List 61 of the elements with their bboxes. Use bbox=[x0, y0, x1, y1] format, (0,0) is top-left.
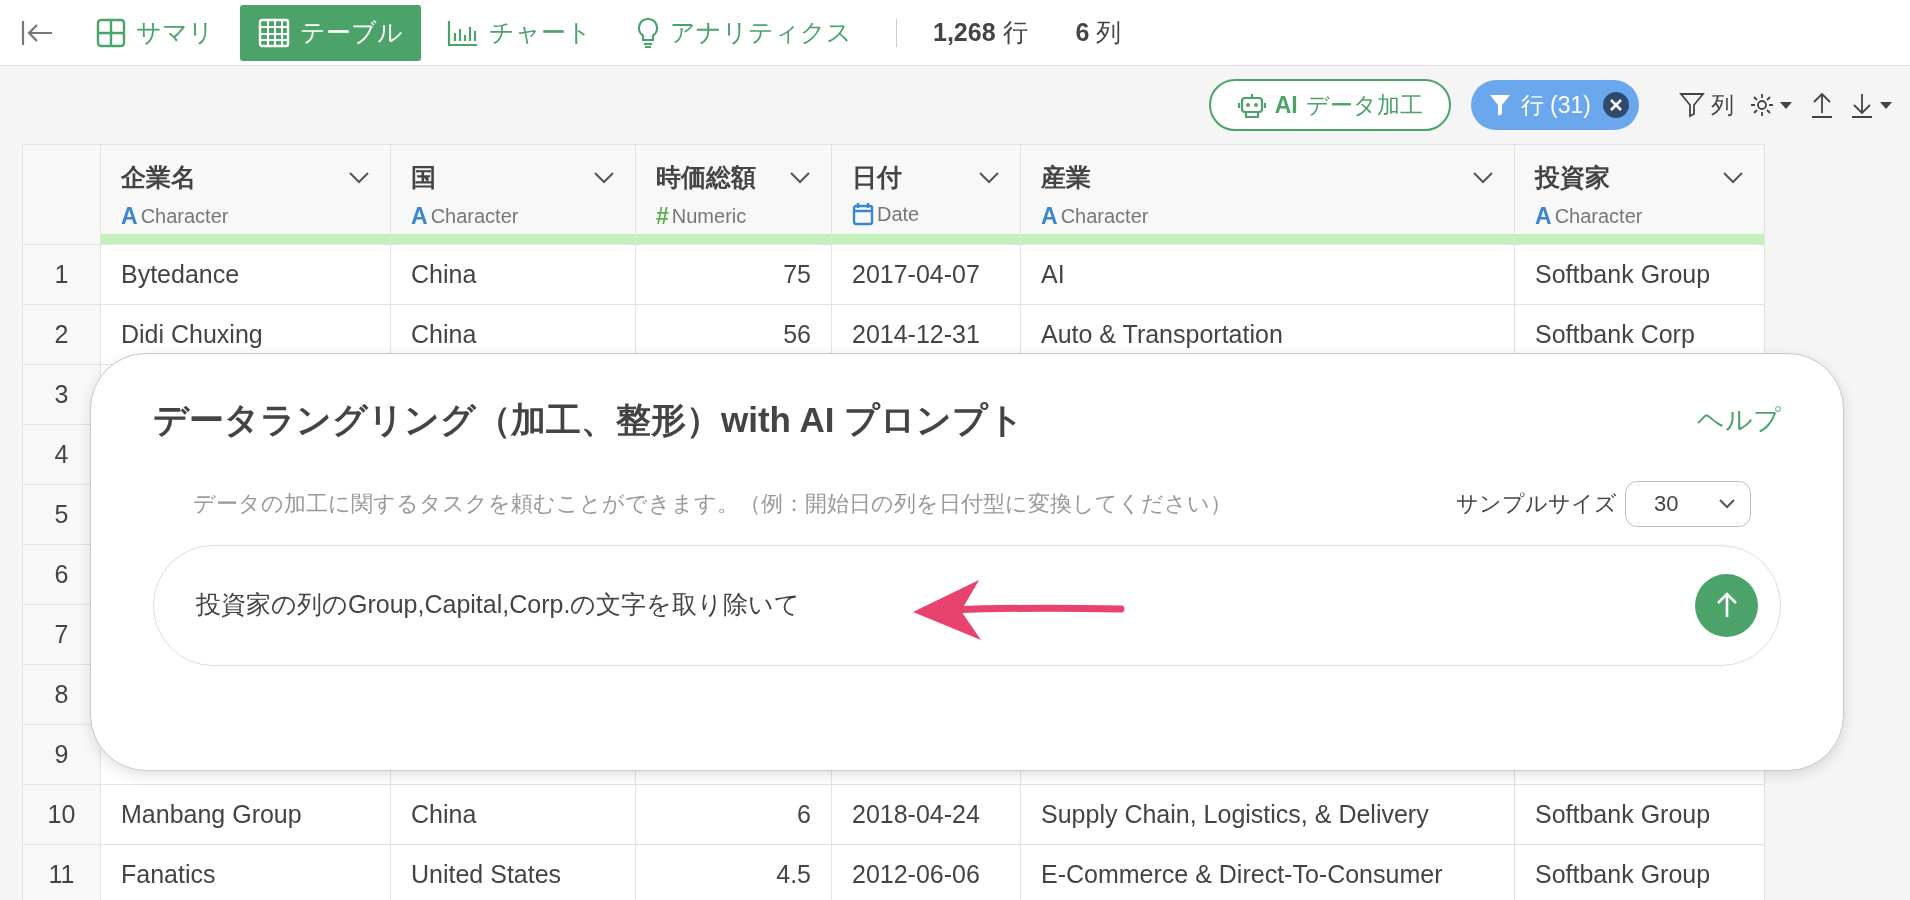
column-header[interactable]: 投資家 bbox=[1535, 159, 1610, 197]
lightbulb-icon bbox=[636, 16, 660, 49]
table-cell: Softbank Group bbox=[1514, 244, 1765, 305]
type-mark: # bbox=[656, 201, 669, 231]
filter-icon bbox=[1488, 93, 1511, 117]
table-cell: Bytedance bbox=[100, 244, 391, 305]
sample-size-select[interactable]: 30 bbox=[1625, 480, 1751, 527]
chevron-down-icon[interactable] bbox=[978, 170, 1000, 185]
chevron-down-icon bbox=[1718, 497, 1736, 510]
table-cell: China bbox=[390, 244, 636, 305]
column-type: Character bbox=[1554, 203, 1643, 229]
chevron-down-icon[interactable] bbox=[789, 170, 811, 185]
collapse-icon[interactable] bbox=[20, 18, 54, 47]
column-type: Character bbox=[1060, 203, 1149, 229]
table-cell: China bbox=[390, 784, 636, 845]
table-cell: 2018-04-24 bbox=[831, 784, 1021, 845]
table-cell: Supply Chain, Logistics, & Delivery bbox=[1020, 784, 1515, 845]
sample-size-label: サンプルサイズ bbox=[1456, 490, 1617, 518]
table-cell: 75 bbox=[635, 244, 832, 305]
grid-icon bbox=[96, 17, 126, 48]
column-type: Numeric bbox=[671, 203, 747, 229]
prompt-field[interactable]: 投資家の列のGroup,Capital,Corp.の文字を取り除いて bbox=[194, 585, 1695, 625]
column-header[interactable]: 日付 bbox=[852, 159, 902, 197]
chevron-down-icon[interactable] bbox=[593, 170, 615, 185]
column-type: Character bbox=[430, 203, 519, 229]
type-mark: A bbox=[1535, 201, 1552, 231]
column-header[interactable]: 国 bbox=[411, 159, 436, 197]
type-mark: A bbox=[411, 201, 428, 231]
row-number: 1 bbox=[22, 244, 101, 305]
column-type: Character bbox=[140, 203, 229, 229]
upload-icon[interactable] bbox=[1810, 91, 1834, 119]
chevron-down-icon[interactable] bbox=[348, 170, 370, 185]
chevron-down-icon[interactable] bbox=[1722, 170, 1744, 185]
download-icon[interactable] bbox=[1850, 91, 1894, 119]
row-number: 10 bbox=[22, 784, 101, 845]
column-type: Date bbox=[877, 201, 920, 227]
table-cell: AI bbox=[1020, 244, 1515, 305]
type-mark: A bbox=[1041, 201, 1058, 231]
row-number: 11 bbox=[22, 844, 101, 900]
table-cell: Manbang Group bbox=[100, 784, 391, 845]
type-mark: A bbox=[121, 201, 138, 231]
filter-icon bbox=[1679, 92, 1705, 118]
column-header[interactable]: 産業 bbox=[1041, 159, 1091, 197]
count-text: 6 列 bbox=[1075, 16, 1122, 48]
column-header[interactable]: 企業名 bbox=[121, 159, 196, 197]
table-icon bbox=[258, 17, 290, 48]
close-icon[interactable] bbox=[1601, 90, 1631, 120]
calendar-icon bbox=[852, 201, 874, 226]
settings-icon[interactable] bbox=[1750, 91, 1794, 119]
count-text: 1,268 行 bbox=[933, 16, 1028, 48]
chevron-down-icon[interactable] bbox=[1472, 170, 1494, 185]
column-button[interactable]: 列 bbox=[1679, 87, 1734, 123]
bar-chart-icon bbox=[447, 18, 479, 47]
hint-text: データの加工に関するタスクを頼むことができます。（例：開始日の列を日付型に変換してください） bbox=[193, 490, 1232, 518]
row-number: 2 bbox=[22, 304, 101, 365]
prompt-field[interactable]: 投資家の列のGroup,Capital,Corp.の文字を取り除いて bbox=[153, 544, 1781, 666]
column-header[interactable]: 時価総額 bbox=[656, 159, 756, 197]
table-cell: 6 bbox=[635, 784, 832, 845]
table-cell: Softbank Group bbox=[1514, 784, 1765, 845]
table-cell: 2017-04-07 bbox=[831, 244, 1021, 305]
dialog-title: データラングリング（加工、整形）with AI プロンプト bbox=[153, 399, 1025, 441]
